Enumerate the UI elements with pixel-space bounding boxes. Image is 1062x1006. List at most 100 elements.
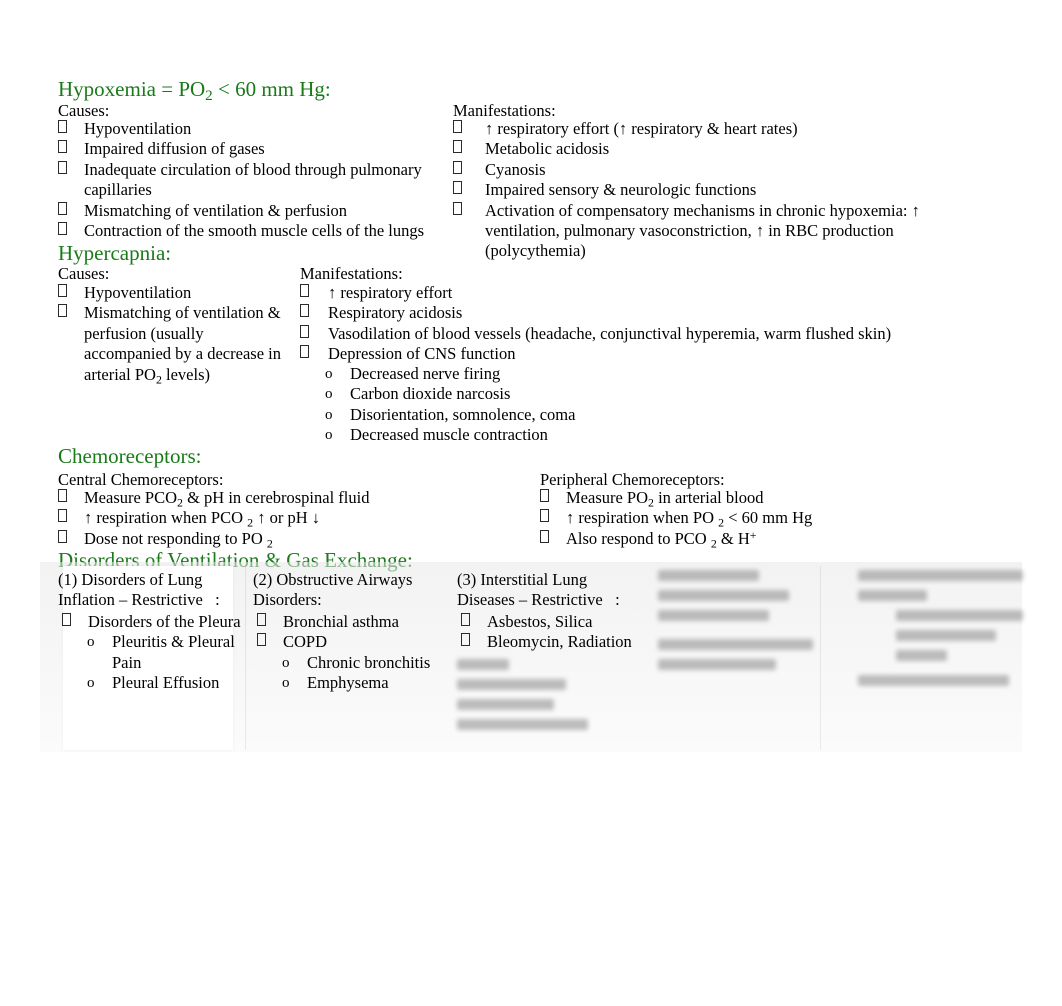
list-item: Metabolic acidosis [449, 139, 994, 159]
list-item: Inadequate circulation of blood through … [54, 160, 444, 201]
list-item-label: Dose not responding to PO 2 [84, 528, 273, 551]
hypoxemia-causes-list: Hypoventilation Impaired diffusion of ga… [54, 119, 444, 241]
list-item: o Decreased muscle contraction [322, 425, 822, 445]
list-item: Disorders of the Pleura [58, 612, 245, 632]
column-title-colon: : [615, 590, 620, 610]
table-cell-obstructive-airways: (2) Obstructive Airways Disorders: Bronc… [253, 570, 457, 739]
hypercapnia-manifestations-label: Manifestations: [300, 264, 403, 283]
bullet-icon [540, 529, 549, 549]
list-item: Respiratory acidosis [296, 303, 936, 323]
list-item-label: COPD [283, 632, 328, 652]
bullet-icon [461, 612, 470, 632]
list-item-label: Inadequate circulation of blood through … [84, 159, 422, 200]
column-title-line2: Disorders: [253, 590, 322, 610]
hypoxemia-heading-pre: Hypoxemia = PO [58, 77, 206, 101]
list-item: Impaired diffusion of gases [54, 139, 444, 159]
bullet-icon [540, 488, 549, 508]
bullet-icon [453, 119, 462, 139]
circle-bullet-icon: o [282, 675, 290, 692]
list-item: Hypoventilation [54, 119, 444, 139]
bullet-icon [300, 344, 309, 364]
list-item-label: Cyanosis [485, 159, 546, 179]
list-item: o Decreased nerve firing [322, 364, 822, 384]
document-page: Hypoxemia = PO2 < 60 mm Hg: Causes: Hypo… [0, 0, 1062, 1006]
list-item-label: ↑ respiratory effort (↑ respiratory & he… [485, 119, 798, 138]
list-item-label: Hypoventilation [84, 283, 192, 302]
table-cell-column-five [858, 570, 1056, 739]
hypoxemia-heading: Hypoxemia = PO2 < 60 mm Hg: [58, 77, 331, 104]
list-item: o Pleural Effusion [84, 673, 245, 693]
list-item-label: Mismatching of ventilation & perfusion (… [84, 303, 281, 384]
list-item-label: Pleural Effusion [112, 673, 220, 693]
bullet-icon [58, 283, 67, 303]
disorders-table: (1) Disorders of Lung Inflation – Restri… [58, 570, 1056, 739]
bullet-icon [58, 488, 67, 508]
list-item-label: Decreased nerve firing [350, 364, 501, 383]
list-item: Depression of CNS function [296, 344, 936, 364]
list-item: Vasodilation of blood vessels (headache,… [296, 324, 936, 344]
list-item-label: ↑ respiration when PCO 2 ↑ or pH ↓ [84, 508, 321, 530]
list-item-label: Bleomycin, Radiation [487, 632, 632, 652]
hypercapnia-manifestations-list: ↑ respiratory effort Respiratory acidosi… [296, 283, 936, 365]
bullet-icon [453, 139, 462, 159]
list-item-label: Contraction of the smooth muscle cells o… [84, 221, 425, 241]
column-title-line2: Diseases – Restrictive : [457, 590, 620, 610]
list-item-label: Vasodilation of blood vessels (headache,… [328, 323, 892, 343]
bullet-icon [257, 632, 266, 652]
bullet-icon [58, 508, 67, 528]
hypoxemia-manifestations-list: ↑ respiratory effort (↑ respiratory & he… [449, 119, 994, 262]
list-item-label: Asbestos, Silica [487, 611, 593, 631]
list-item-label: Measure PCO2 & pH in cerebrospinal fluid [84, 488, 370, 510]
bullet-icon [300, 283, 309, 303]
hypercapnia-cns-sublist: o Decreased nerve firing o Carbon dioxide … [322, 364, 822, 446]
list-item: Dose not responding to PO 2 [54, 529, 484, 549]
list-item-label: ↑ respiration when PO 2 < 60 mm Hg [566, 508, 813, 530]
bullet-icon [58, 139, 67, 159]
list-item: Measure PO2 in arterial blood [536, 488, 966, 508]
list-item-label: Also respond to PCO 2 & H+ [566, 527, 757, 551]
list-item-label: Mismatching of ventilation & perfusion [84, 200, 348, 220]
bullet-icon [300, 303, 309, 323]
central-chemoreceptors-list: Measure PCO2 & pH in cerebrospinal fluid… [54, 488, 484, 549]
circle-bullet-icon: o [325, 366, 333, 382]
list-item: Also respond to PCO 2 & H+ [536, 529, 966, 549]
column-bullet-list: Bronchial asthma COPD [253, 612, 449, 653]
plus-superscript: + [749, 527, 757, 542]
list-item-label: Hypoventilation [84, 119, 192, 138]
circle-bullet-icon: o [325, 406, 333, 423]
column-bullet-list: Disorders of the Pleura [58, 612, 245, 632]
list-item-label: Bronchial asthma [283, 611, 399, 631]
circle-bullet-icon: o [87, 675, 95, 692]
list-item: o Disorientation, somnolence, coma [322, 405, 822, 425]
list-item-label: Chronic bronchitis [307, 652, 431, 672]
list-item: Bleomycin, Radiation [457, 632, 650, 652]
table-cell-lung-inflation: (1) Disorders of Lung Inflation – Restri… [58, 570, 253, 739]
list-item-label: Emphysema [307, 673, 389, 693]
column-title-colon: : [215, 590, 220, 610]
list-item-label: Respiratory acidosis [328, 303, 463, 323]
list-item: ↑ respiratory effort (↑ respiratory & he… [449, 119, 994, 139]
hypercapnia-cause-tail: levels) [161, 364, 210, 384]
peripheral-chemoreceptors-list: Measure PO2 in arterial blood ↑ respirat… [536, 488, 966, 549]
column-title-line1: (2) Obstructive Airways [253, 570, 413, 589]
bullet-icon [540, 508, 549, 528]
list-item: Mismatching of ventilation & perfusion (… [54, 303, 282, 385]
column-bullet-list: Asbestos, Silica Bleomycin, Radiation [457, 612, 650, 653]
list-item-label: Pleuritis & Pleural Pain [112, 632, 235, 672]
column-title-line1: (3) Interstitial Lung [457, 570, 588, 589]
illegible-content-block [457, 658, 609, 730]
column-title-line1: (1) Disorders of Lung [58, 570, 203, 589]
list-item-label: Activation of compensatory mechanisms in… [485, 200, 920, 261]
table-cell-interstitial-lung: (3) Interstitial Lung Diseases – Restric… [457, 570, 658, 739]
illegible-content-block [858, 570, 1030, 686]
column-sub-list: o Pleuritis & Pleural Pain o Pleural Effus… [84, 632, 245, 693]
list-item-label: ↑ respiratory effort [328, 283, 453, 302]
hypercapnia-heading: Hypercapnia: [58, 241, 172, 265]
hypoxemia-heading-post: < 60 mm Hg: [212, 77, 331, 101]
bullet-icon [58, 221, 67, 241]
list-item: Impaired sensory & neurologic functions [449, 180, 994, 200]
list-item: o Pleuritis & Pleural Pain [84, 632, 245, 673]
list-item: Cyanosis [449, 160, 994, 180]
bullet-icon [461, 632, 470, 652]
hypercapnia-causes-label: Causes: [58, 264, 110, 283]
